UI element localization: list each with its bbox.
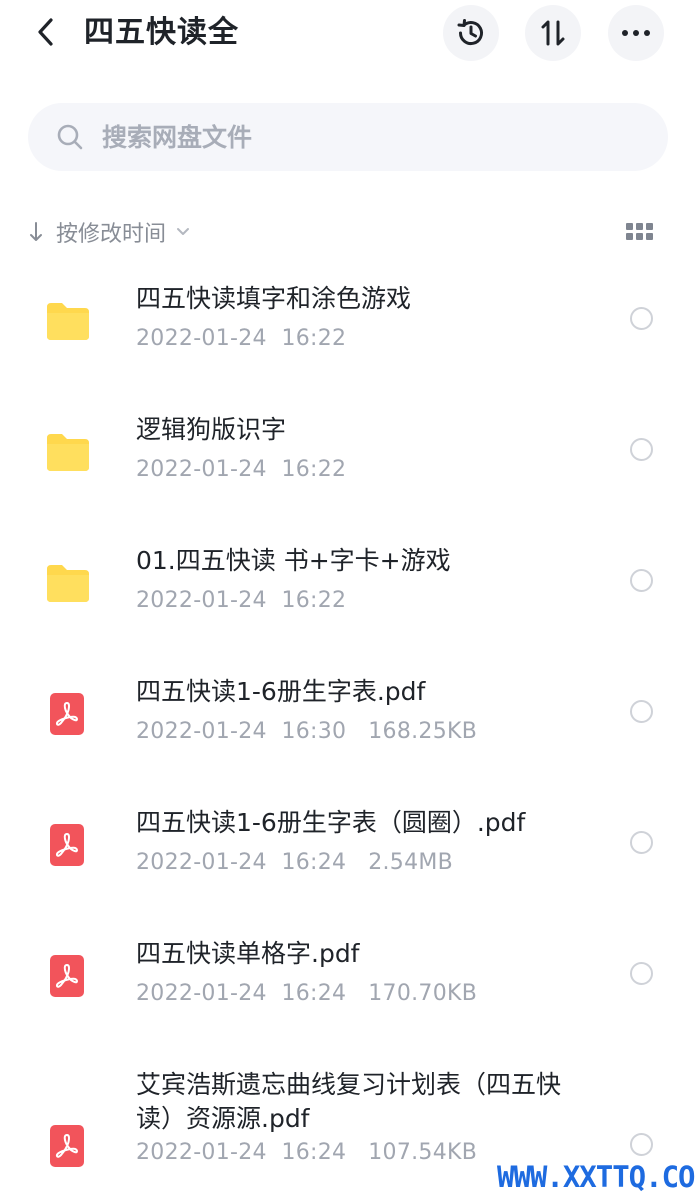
back-button[interactable] [28,14,64,50]
file-name: 四五快读单格字.pdf [136,939,360,968]
more-dots-icon [622,30,650,36]
file-row[interactable]: 01.四五快读 书+字卡+游戏 2022-01-24 16:22 [0,524,695,655]
select-checkbox[interactable] [630,438,653,461]
pdf-icon [44,1124,92,1168]
file-meta: 2022-01-24 16:24 2.54MB [136,850,454,875]
file-meta: 2022-01-24 16:24 170.70KB [136,981,478,1006]
file-row[interactable]: 四五快读1-6册生字表.pdf 2022-01-24 16:30 168.25KB [0,655,695,786]
chevron-down-icon [177,228,190,235]
history-button[interactable] [443,5,499,61]
file-name: 四五快读填字和涂色游戏 [136,284,412,313]
grid-icon [626,223,633,230]
folder-icon [44,299,92,343]
select-checkbox[interactable] [630,962,653,985]
file-name: 逻辑狗版识字 [136,415,287,444]
file-name: 01.四五快读 书+字卡+游戏 [136,546,451,575]
file-row[interactable]: 四五快读填字和涂色游戏 2022-01-24 16:22 [0,262,695,393]
chevron-left-icon [38,18,53,46]
folder-icon [44,430,92,474]
pdf-icon [44,692,92,736]
file-meta: 2022-01-24 16:30 168.25KB [136,719,478,744]
file-list: 四五快读填字和涂色游戏 2022-01-24 16:22 逻辑狗版识字 2022-01… [0,262,695,1200]
file-row[interactable]: 逻辑狗版识字 2022-01-24 16:22 [0,393,695,524]
arrow-down-icon [30,222,42,241]
sort-order-selector[interactable]: 按修改时间 [28,212,190,252]
file-meta: 2022-01-24 16:22 [136,326,347,351]
search-input[interactable] [102,122,602,152]
top-bar: 四五快读全 [0,0,695,66]
sort-button[interactable] [525,5,581,61]
pdf-icon [44,823,92,867]
select-checkbox[interactable] [630,307,653,330]
more-button[interactable] [608,5,664,61]
select-checkbox[interactable] [630,1133,653,1156]
page-title: 四五快读全 [84,15,239,50]
search-icon [56,123,84,151]
pdf-icon [44,954,92,998]
select-checkbox[interactable] [630,569,653,592]
file-row[interactable]: 四五快读1-6册生字表（圆圈）.pdf 2022-01-24 16:24 2.54… [0,786,695,917]
grid-view-toggle[interactable] [626,220,656,244]
select-checkbox[interactable] [630,700,653,723]
watermark: WWW.XXTTQ.COM [497,1160,695,1194]
file-name: 艾宾浩斯遗忘曲线复习计划表（四五快读）资源源.pdf [136,1070,562,1133]
file-row[interactable]: 四五快读单格字.pdf 2022-01-24 16:24 170.70KB [0,917,695,1048]
file-meta: 2022-01-24 16:22 [136,588,347,613]
history-icon [457,19,483,45]
select-checkbox[interactable] [630,831,653,854]
sort-arrows-icon [541,20,565,46]
sort-label: 按修改时间 [56,222,167,247]
search-bar[interactable] [28,103,668,171]
file-name: 四五快读1-6册生字表（圆圈）.pdf [136,808,526,837]
folder-icon [44,561,92,605]
file-name: 四五快读1-6册生字表.pdf [136,677,426,706]
file-meta: 2022-01-24 16:24 107.54KB [136,1140,478,1165]
file-meta: 2022-01-24 16:22 [136,457,347,482]
